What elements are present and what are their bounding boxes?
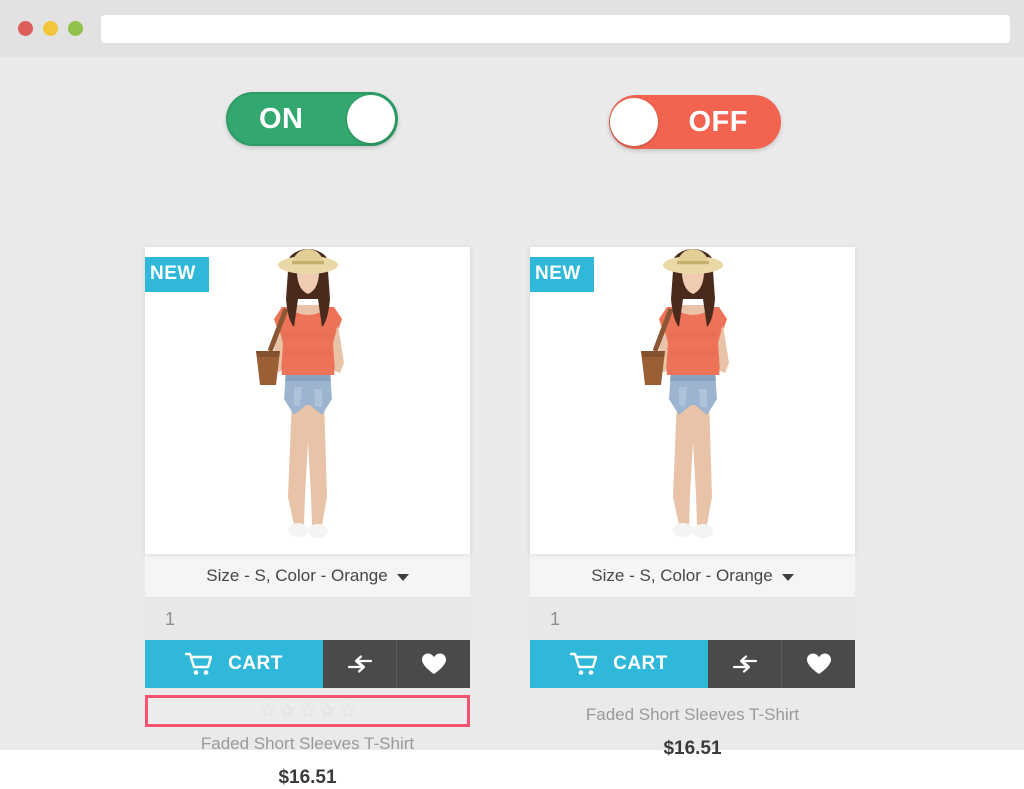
chevron-down-icon bbox=[396, 573, 409, 581]
toggle-on-label: ON bbox=[259, 102, 304, 135]
cart-icon bbox=[185, 652, 213, 675]
new-badge: NEW bbox=[530, 257, 594, 292]
product-photo bbox=[530, 247, 855, 554]
product-name[interactable]: Faded Short Sleeves T-Shirt bbox=[145, 734, 470, 754]
star-icon[interactable]: ☆ bbox=[259, 702, 276, 721]
chevron-down-icon bbox=[781, 573, 794, 581]
new-badge: NEW bbox=[145, 257, 209, 292]
product-price: $16.51 bbox=[663, 738, 722, 759]
page-content: ON OFF NEW Size - S, Color - Orange 1 CA… bbox=[0, 57, 1024, 788]
compare-button[interactable] bbox=[708, 640, 781, 688]
minimize-window-icon[interactable] bbox=[43, 21, 58, 36]
toggle-off-label: OFF bbox=[688, 105, 748, 138]
product-actions: CART bbox=[145, 640, 470, 688]
quantity-input[interactable]: 1 bbox=[145, 598, 470, 640]
star-icon[interactable]: ☆ bbox=[339, 702, 356, 721]
heart-icon bbox=[806, 653, 831, 674]
compare-icon bbox=[347, 655, 372, 673]
heart-icon bbox=[421, 653, 446, 674]
wishlist-button[interactable] bbox=[781, 640, 855, 688]
add-to-cart-label: CART bbox=[228, 653, 283, 674]
add-to-cart-label: CART bbox=[613, 653, 668, 674]
rating-stars[interactable]: ☆ ☆ ☆ ☆ ☆ bbox=[145, 695, 470, 727]
star-icon[interactable]: ☆ bbox=[319, 702, 336, 721]
quantity-value: 1 bbox=[550, 608, 561, 629]
address-bar[interactable] bbox=[101, 14, 1010, 43]
product-card: NEW bbox=[145, 247, 470, 789]
toggle-on-knob[interactable] bbox=[347, 95, 395, 143]
quantity-value: 1 bbox=[165, 608, 176, 629]
product-card: NEW bbox=[530, 247, 855, 760]
product-actions: CART bbox=[530, 640, 855, 688]
cart-icon bbox=[570, 652, 598, 675]
close-window-icon[interactable] bbox=[18, 21, 33, 36]
toggle-switch-on[interactable]: ON bbox=[226, 92, 398, 146]
add-to-cart-button[interactable]: CART bbox=[530, 640, 708, 688]
star-icon[interactable]: ☆ bbox=[299, 702, 316, 721]
maximize-window-icon[interactable] bbox=[68, 21, 83, 36]
variant-select-value: Size - S, Color - Orange bbox=[206, 565, 388, 585]
variant-select[interactable]: Size - S, Color - Orange bbox=[145, 554, 470, 598]
variant-select-value: Size - S, Color - Orange bbox=[591, 565, 773, 585]
quantity-input[interactable]: 1 bbox=[530, 598, 855, 640]
toggle-off-knob[interactable] bbox=[610, 98, 658, 146]
wishlist-button[interactable] bbox=[396, 640, 470, 688]
toggle-switch-off[interactable]: OFF bbox=[609, 95, 781, 149]
product-image-wrapper[interactable]: NEW bbox=[145, 247, 470, 554]
add-to-cart-button[interactable]: CART bbox=[145, 640, 323, 688]
product-name[interactable]: Faded Short Sleeves T-Shirt bbox=[530, 705, 855, 725]
variant-select[interactable]: Size - S, Color - Orange bbox=[530, 554, 855, 598]
window-controls bbox=[18, 21, 83, 36]
product-price: $16.51 bbox=[278, 767, 337, 788]
browser-chrome bbox=[0, 0, 1024, 57]
compare-icon bbox=[732, 655, 757, 673]
product-photo bbox=[145, 247, 470, 554]
compare-button[interactable] bbox=[323, 640, 396, 688]
star-icon[interactable]: ☆ bbox=[279, 702, 296, 721]
product-image-wrapper[interactable]: NEW bbox=[530, 247, 855, 554]
